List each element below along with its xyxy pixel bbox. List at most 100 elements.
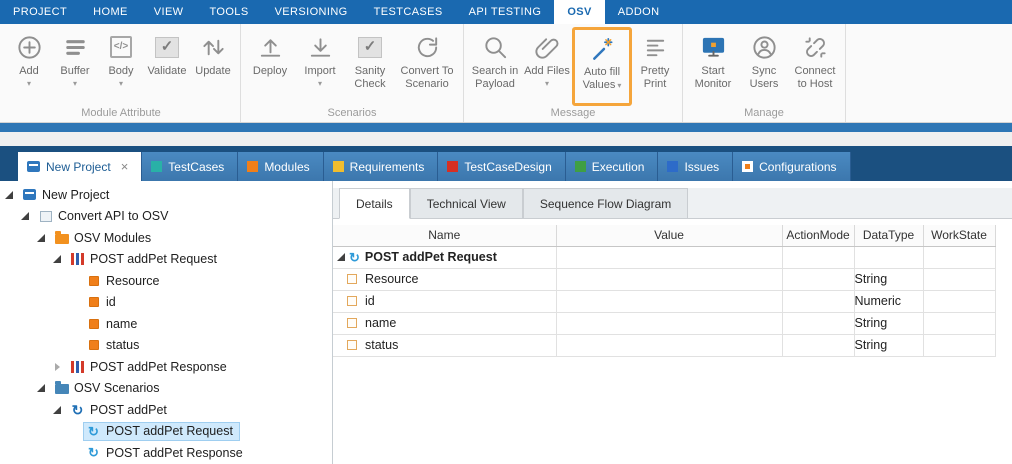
project-icon — [23, 189, 36, 200]
tree-expander-icon[interactable] — [37, 384, 51, 392]
cell-value — [556, 290, 782, 312]
tab-configurations[interactable]: Configurations — [733, 152, 850, 181]
search-in-payload-button[interactable]: Search in Payload — [468, 27, 522, 106]
blue-square-icon — [667, 161, 678, 172]
validate-button[interactable]: ✓ Validate — [144, 27, 190, 106]
field-icon — [89, 276, 99, 286]
tree-expander-icon[interactable] — [53, 363, 67, 371]
convert-to-scenario-button[interactable]: Convert To Scenario — [395, 27, 459, 106]
row-checkbox[interactable] — [347, 318, 357, 328]
column-header-actionmode: ActionMode — [782, 225, 854, 246]
tree-expander-icon[interactable] — [21, 212, 35, 220]
start-monitor-button[interactable]: Start Monitor — [687, 27, 739, 106]
tab-details[interactable]: Details — [339, 188, 410, 219]
tab-testcasedesign[interactable]: TestCaseDesign — [438, 152, 565, 181]
tree-item-post-addpet-response-scenario[interactable]: ↻ POST addPet Response — [0, 442, 332, 464]
tree-item-convert-api-to-osv[interactable]: Convert API to OSV — [0, 206, 332, 228]
cell-actionmode — [782, 312, 854, 334]
table-row[interactable]: id Numeric — [333, 290, 995, 312]
tree-item-label: POST addPet Request — [106, 424, 233, 438]
row-checkbox[interactable] — [347, 296, 357, 306]
connect-to-host-button[interactable]: Connect to Host — [789, 27, 841, 106]
button-label: Buffer — [60, 65, 89, 78]
refresh-icon: ↻ — [349, 251, 360, 264]
cell-name: id — [365, 294, 375, 308]
chevron-down-icon: ▾ — [73, 80, 77, 88]
tab-label: New Project — [46, 160, 111, 174]
sync-users-button[interactable]: Sync Users — [739, 27, 789, 106]
tab-testcases[interactable]: TestCases — [142, 152, 238, 181]
button-label: Convert To Scenario — [395, 65, 459, 91]
tree-item-label: status — [106, 338, 139, 352]
tree-item-post-addpet-request-module[interactable]: POST addPet Request — [0, 249, 332, 271]
tree-item-osv-modules[interactable]: OSV Modules — [0, 227, 332, 249]
menu-item-project[interactable]: PROJECT — [0, 0, 80, 24]
tree-item-name[interactable]: name — [0, 313, 332, 335]
menu-item-view[interactable]: VIEW — [141, 0, 197, 24]
tree-item-label: id — [106, 295, 116, 309]
close-icon[interactable]: × — [121, 160, 129, 173]
column-header-value: Value — [556, 225, 782, 246]
menu-item-api-testing[interactable]: API TESTING — [456, 0, 555, 24]
import-button[interactable]: Import ▾ — [295, 27, 345, 106]
project-icon — [27, 161, 40, 172]
row-checkbox[interactable] — [347, 340, 357, 350]
tree-item-osv-scenarios[interactable]: OSV Scenarios — [0, 378, 332, 400]
refresh-icon: ↻ — [88, 446, 99, 459]
tree-item-post-addpet-response-module[interactable]: POST addPet Response — [0, 356, 332, 378]
tab-execution[interactable]: Execution — [566, 152, 659, 181]
tree-expander-icon[interactable] — [37, 234, 51, 242]
deploy-button[interactable]: Deploy — [245, 27, 295, 106]
row-expander-icon[interactable] — [337, 253, 345, 261]
tab-issues[interactable]: Issues — [658, 152, 733, 181]
tab-modules[interactable]: Modules — [238, 152, 323, 181]
tree-item-post-addpet[interactable]: ↻ POST addPet — [0, 399, 332, 421]
cell-value — [556, 246, 782, 268]
tree-expander-icon[interactable] — [53, 406, 67, 414]
tree-item-post-addpet-request-scenario[interactable]: ↻ POST addPet Request — [0, 421, 332, 443]
table-row[interactable]: Resource String — [333, 268, 995, 290]
update-button[interactable]: Update — [190, 27, 236, 106]
buffer-lines-icon — [62, 31, 89, 63]
add-button[interactable]: Add ▾ — [6, 27, 52, 106]
cell-workstate — [923, 268, 995, 290]
auto-fill-values-button[interactable]: Auto fill Values▾ — [572, 27, 632, 106]
chevron-down-icon: ▾ — [545, 80, 549, 88]
button-label: Validate — [148, 65, 187, 78]
tree-item-new-project[interactable]: New Project — [0, 184, 332, 206]
tree-item-status[interactable]: status — [0, 335, 332, 357]
body-button[interactable]: </> Body ▾ — [98, 27, 144, 106]
buffer-button[interactable]: Buffer ▾ — [52, 27, 98, 106]
detail-panel: Details Technical View Sequence Flow Dia… — [333, 181, 1012, 464]
cell-value — [556, 312, 782, 334]
table-row[interactable]: name String — [333, 312, 995, 334]
menu-item-addon[interactable]: ADDON — [605, 0, 673, 24]
cell-actionmode — [782, 334, 854, 356]
sanity-check-button[interactable]: ✓ Sanity Check — [345, 27, 395, 106]
tree-item-id[interactable]: id — [0, 292, 332, 314]
menu-item-versioning[interactable]: VERSIONING — [262, 0, 361, 24]
chevron-down-icon: ▾ — [617, 81, 621, 90]
menu-item-home[interactable]: HOME — [80, 0, 141, 24]
tab-sequence-flow-diagram[interactable]: Sequence Flow Diagram — [523, 188, 688, 218]
menu-item-testcases[interactable]: TESTCASES — [361, 0, 456, 24]
tab-new-project[interactable]: New Project × — [18, 152, 142, 181]
table-group-row[interactable]: ↻ POST addPet Request — [333, 246, 995, 268]
refresh-icon: ↻ — [88, 425, 99, 438]
add-files-button[interactable]: Add Files ▾ — [522, 27, 572, 106]
tree-item-resource[interactable]: Resource — [0, 270, 332, 292]
document-tabstrip: New Project × TestCases Modules Requirem… — [0, 146, 1012, 181]
table-header-row: Name Value ActionMode DataType WorkState — [333, 225, 995, 246]
pretty-print-button[interactable]: Pretty Print — [632, 27, 678, 106]
tree-item-label: POST addPet Request — [90, 252, 217, 266]
table-row[interactable]: status String — [333, 334, 995, 356]
tree-expander-icon[interactable] — [53, 255, 67, 263]
tab-technical-view[interactable]: Technical View — [410, 188, 523, 218]
sync-users-icon — [751, 31, 778, 63]
field-icon — [89, 319, 99, 329]
tab-requirements[interactable]: Requirements — [324, 152, 439, 181]
menu-item-osv[interactable]: OSV — [554, 0, 604, 24]
menu-item-tools[interactable]: TOOLS — [196, 0, 261, 24]
tree-expander-icon[interactable] — [5, 191, 19, 199]
row-checkbox[interactable] — [347, 274, 357, 284]
